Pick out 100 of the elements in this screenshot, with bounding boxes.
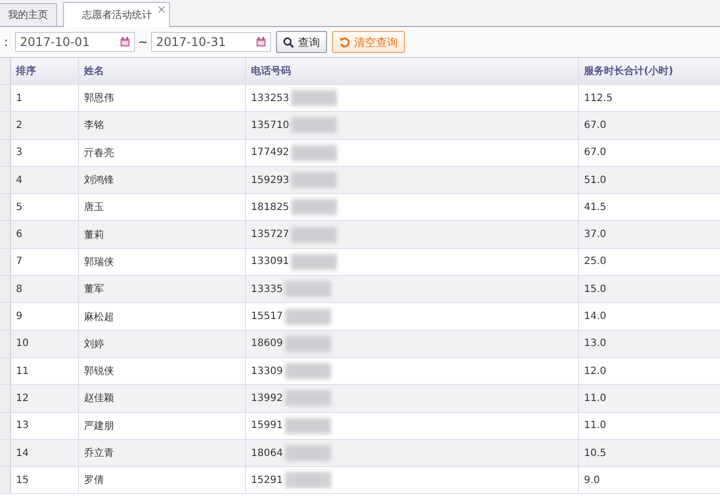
table-cell: 135710 <box>251 120 290 131</box>
table-cell: 15 <box>16 474 29 486</box>
blurred-text <box>284 418 331 434</box>
range-separator: ~ <box>138 35 148 49</box>
table-cell: 181825 <box>251 202 290 213</box>
blurred-text <box>284 363 331 380</box>
row-header[interactable] <box>0 385 11 412</box>
table-cell: 10.5 <box>584 448 606 458</box>
table-cell: 37.0 <box>584 229 606 240</box>
row-header[interactable] <box>0 412 11 439</box>
table-cell: 11.0 <box>584 420 606 432</box>
tab[interactable]: 志愿者活动统计 <box>63 2 170 27</box>
blurred-text <box>284 472 331 488</box>
table-cell: 18609 <box>251 338 283 350</box>
table-cell: 5 <box>16 202 22 213</box>
column-header[interactable]: 服务时长合计(小时) <box>579 58 720 84</box>
table-cell: 13992 <box>251 392 283 404</box>
table-cell-text: 亓春亮 <box>84 146 114 160</box>
blurred-text <box>291 144 338 161</box>
table-cell: 11.0 <box>584 392 606 404</box>
blurred-text <box>291 90 338 106</box>
table-cell: 6 <box>16 229 22 240</box>
field-label: : <box>4 35 8 49</box>
table-cell-text: 赵佳颖 <box>84 392 114 406</box>
row-header[interactable] <box>0 440 11 466</box>
table-cell: 51.0 <box>584 174 606 186</box>
row-header[interactable] <box>0 112 11 139</box>
search-icon <box>283 36 294 48</box>
tab[interactable]: 我的主页 <box>0 3 57 26</box>
table-cell-text: 郭锐侠 <box>84 364 114 378</box>
table-cell: 133091 <box>251 256 290 268</box>
blurred-text <box>291 254 338 270</box>
table-cell: 4 <box>16 174 22 186</box>
table-cell: 11 <box>16 366 29 377</box>
row-header[interactable] <box>0 248 11 276</box>
table-cell: 8 <box>16 284 22 295</box>
table-cell: 9 <box>16 311 22 322</box>
table-cell: 14.0 <box>584 311 606 322</box>
table-cell-text: 严建朋 <box>84 420 114 433</box>
table-cell: 7 <box>16 256 22 268</box>
row-header[interactable] <box>0 85 11 112</box>
table-cell: 159293 <box>251 174 290 186</box>
calendar-icon <box>120 37 130 47</box>
table-cell: 2 <box>16 120 22 131</box>
table-cell: 25.0 <box>584 256 606 268</box>
table-cell: 15991 <box>251 420 283 432</box>
date-field[interactable]: 2017-10-01 <box>15 32 136 52</box>
table-cell: 15.0 <box>584 284 606 295</box>
blurred-text <box>291 117 338 134</box>
table-cell: 18064 <box>251 448 283 458</box>
table-cell: 13 <box>16 420 29 432</box>
table-cell: 67.0 <box>584 147 606 158</box>
blurred-text <box>284 390 331 406</box>
row-header[interactable] <box>0 194 11 220</box>
table-cell-text: 郭恩伟 <box>84 92 114 106</box>
table-cell: 15291 <box>251 474 283 486</box>
table-cell: 1 <box>16 92 22 104</box>
column-header[interactable]: 排序 <box>11 58 79 84</box>
table-cell: 15517 <box>251 311 283 322</box>
table-cell: 112.5 <box>584 92 613 104</box>
blurred-text <box>291 199 338 216</box>
column-header[interactable]: 电话号码 <box>246 58 579 84</box>
table-cell: 10 <box>16 338 29 350</box>
blurred-text <box>284 445 331 461</box>
close-icon[interactable] <box>158 6 165 13</box>
blurred-text <box>291 226 338 243</box>
date-field[interactable]: 2017-10-31 <box>151 32 272 52</box>
table-cell-text: 乔立青 <box>84 446 114 460</box>
table-cell-text: 郭瑞侠 <box>84 256 114 269</box>
table-cell: 9.0 <box>584 474 600 486</box>
table-cell-text: 刘婷 <box>84 338 104 351</box>
table-cell-text: 董军 <box>84 282 104 296</box>
table-cell: 3 <box>16 147 22 158</box>
blurred-text <box>284 308 331 325</box>
blurred-text <box>284 281 331 298</box>
table-cell: 177492 <box>251 147 290 158</box>
table-cell: 41.5 <box>584 202 606 213</box>
table-cell: 135727 <box>251 229 290 240</box>
row-header[interactable] <box>0 358 11 384</box>
blurred-text <box>284 336 331 352</box>
table-cell: 13.0 <box>584 338 606 350</box>
search-button[interactable]: 查询 <box>276 31 328 53</box>
column-header[interactable]: 姓名 <box>79 58 246 84</box>
undo-icon <box>339 36 350 48</box>
row-header[interactable] <box>0 140 11 166</box>
table-cell-text: 李铭 <box>84 118 104 132</box>
calendar-icon <box>256 37 266 47</box>
table-cell: 13335 <box>251 284 283 295</box>
table-cell: 14 <box>16 448 29 458</box>
row-header[interactable] <box>0 467 11 494</box>
row-header[interactable] <box>0 166 11 194</box>
row-header[interactable] <box>0 330 11 357</box>
row-header[interactable] <box>0 276 11 302</box>
table-cell: 12.0 <box>584 366 606 377</box>
table-cell: 12 <box>16 392 29 404</box>
table-cell-text: 刘鸿锋 <box>84 174 114 188</box>
row-header[interactable] <box>0 221 11 248</box>
table-cell: 13309 <box>251 366 283 377</box>
row-header[interactable] <box>0 303 11 330</box>
table-cell: 133253 <box>251 92 290 104</box>
